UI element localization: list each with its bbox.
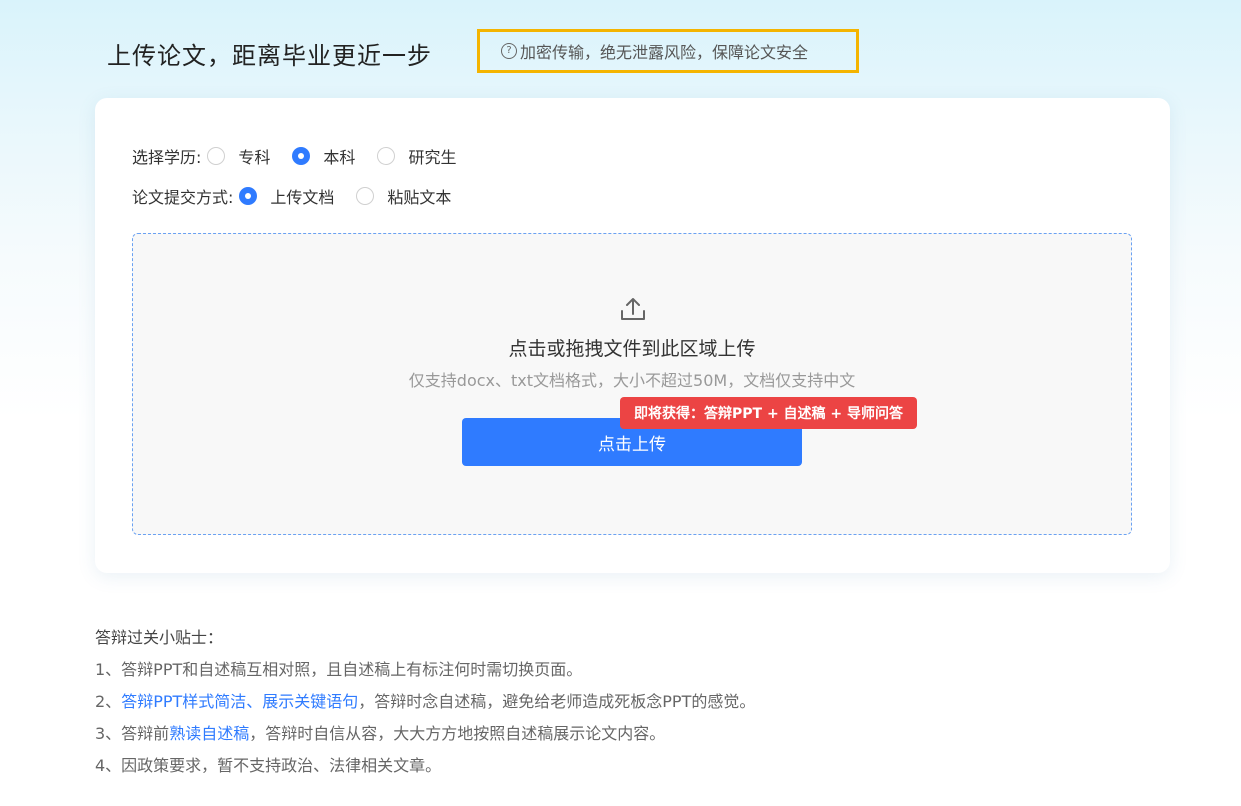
tip-highlight: 答辩PPT样式简洁、展示关键语句 — [121, 692, 359, 711]
tips-title: 答辩过关小贴士： — [95, 628, 224, 647]
option-label: 专科 — [238, 148, 271, 167]
option-label: 上传文档 — [270, 188, 335, 207]
tip-text: ，答辩时自信从容，大大方方地按照自述稿展示论文内容。 — [249, 724, 666, 743]
security-notice: ? 加密传输，绝无泄露风险，保障论文安全 — [477, 29, 859, 73]
tip-text: ，答辩时念自述稿，避免给老师造成死板念PPT的感觉。 — [358, 692, 756, 711]
tips-section: 答辩过关小贴士： 1、答辩PPT和自述稿互相对照，且自述稿上有标注何时需切换页面… — [95, 625, 755, 785]
submit-method-label: 论文提交方式: — [132, 188, 234, 207]
upload-card: 选择学历: 专科 本科 研究生 论文提交方式: 上传文档 粘贴文本 点击或拖拽文… — [95, 98, 1170, 573]
radio-upload-doc[interactable] — [239, 187, 258, 205]
education-label: 选择学历: — [132, 148, 202, 167]
tip-text: 1、答辩PPT和自述稿互相对照，且自述稿上有标注何时需切换页面。 — [95, 660, 583, 679]
submit-method-row: 论文提交方式: 上传文档 粘贴文本 — [132, 184, 473, 208]
tip-text: 4、因政策要求，暂不支持政治、法律相关文章。 — [95, 756, 442, 775]
promo-badge: 即将获得：答辩PPT + 自述稿 + 导师问答 — [620, 397, 918, 429]
option-label: 研究生 — [408, 148, 457, 167]
radio-graduate[interactable] — [377, 147, 396, 165]
dropzone-title: 点击或拖拽文件到此区域上传 — [508, 338, 756, 360]
upload-icon — [621, 298, 645, 320]
education-option-graduate[interactable]: 研究生 — [377, 144, 456, 168]
tip-text: 2、 — [95, 692, 122, 711]
tip-item: 3、答辩前熟读自述稿，答辩时自信从容，大大方方地按照自述稿展示论文内容。 — [95, 721, 755, 753]
upload-dropzone[interactable]: 点击或拖拽文件到此区域上传 仅支持docx、txt文档格式，大小不超过50M，文… — [132, 233, 1132, 535]
question-circle-icon: ? — [501, 43, 517, 59]
radio-junior-college[interactable] — [207, 147, 226, 165]
tip-item: 4、因政策要求，暂不支持政治、法律相关文章。 — [95, 753, 755, 785]
tip-text: 3、答辩前 — [95, 724, 170, 743]
security-notice-text: 加密传输，绝无泄露风险，保障论文安全 — [520, 43, 809, 62]
radio-paste-text[interactable] — [356, 187, 375, 205]
option-label: 粘贴文本 — [387, 188, 452, 207]
submit-option-upload-doc[interactable]: 上传文档 — [239, 184, 334, 208]
radio-bachelor[interactable] — [292, 147, 311, 165]
dropzone-subtitle: 仅支持docx、txt文档格式，大小不超过50M，文档仅支持中文 — [408, 371, 856, 390]
option-label: 本科 — [323, 148, 356, 167]
education-option-junior-college[interactable]: 专科 — [207, 144, 270, 168]
education-option-bachelor[interactable]: 本科 — [292, 144, 355, 168]
submit-option-paste-text[interactable]: 粘贴文本 — [356, 184, 451, 208]
tip-item: 1、答辩PPT和自述稿互相对照，且自述稿上有标注何时需切换页面。 — [95, 657, 755, 689]
tip-highlight: 熟读自述稿 — [169, 724, 250, 743]
page-title: 上传论文，距离毕业更近一步 — [107, 42, 432, 70]
education-row: 选择学历: 专科 本科 研究生 — [132, 144, 478, 168]
tip-item: 2、答辩PPT样式简洁、展示关键语句，答辩时念自述稿，避免给老师造成死板念PPT… — [95, 689, 755, 721]
